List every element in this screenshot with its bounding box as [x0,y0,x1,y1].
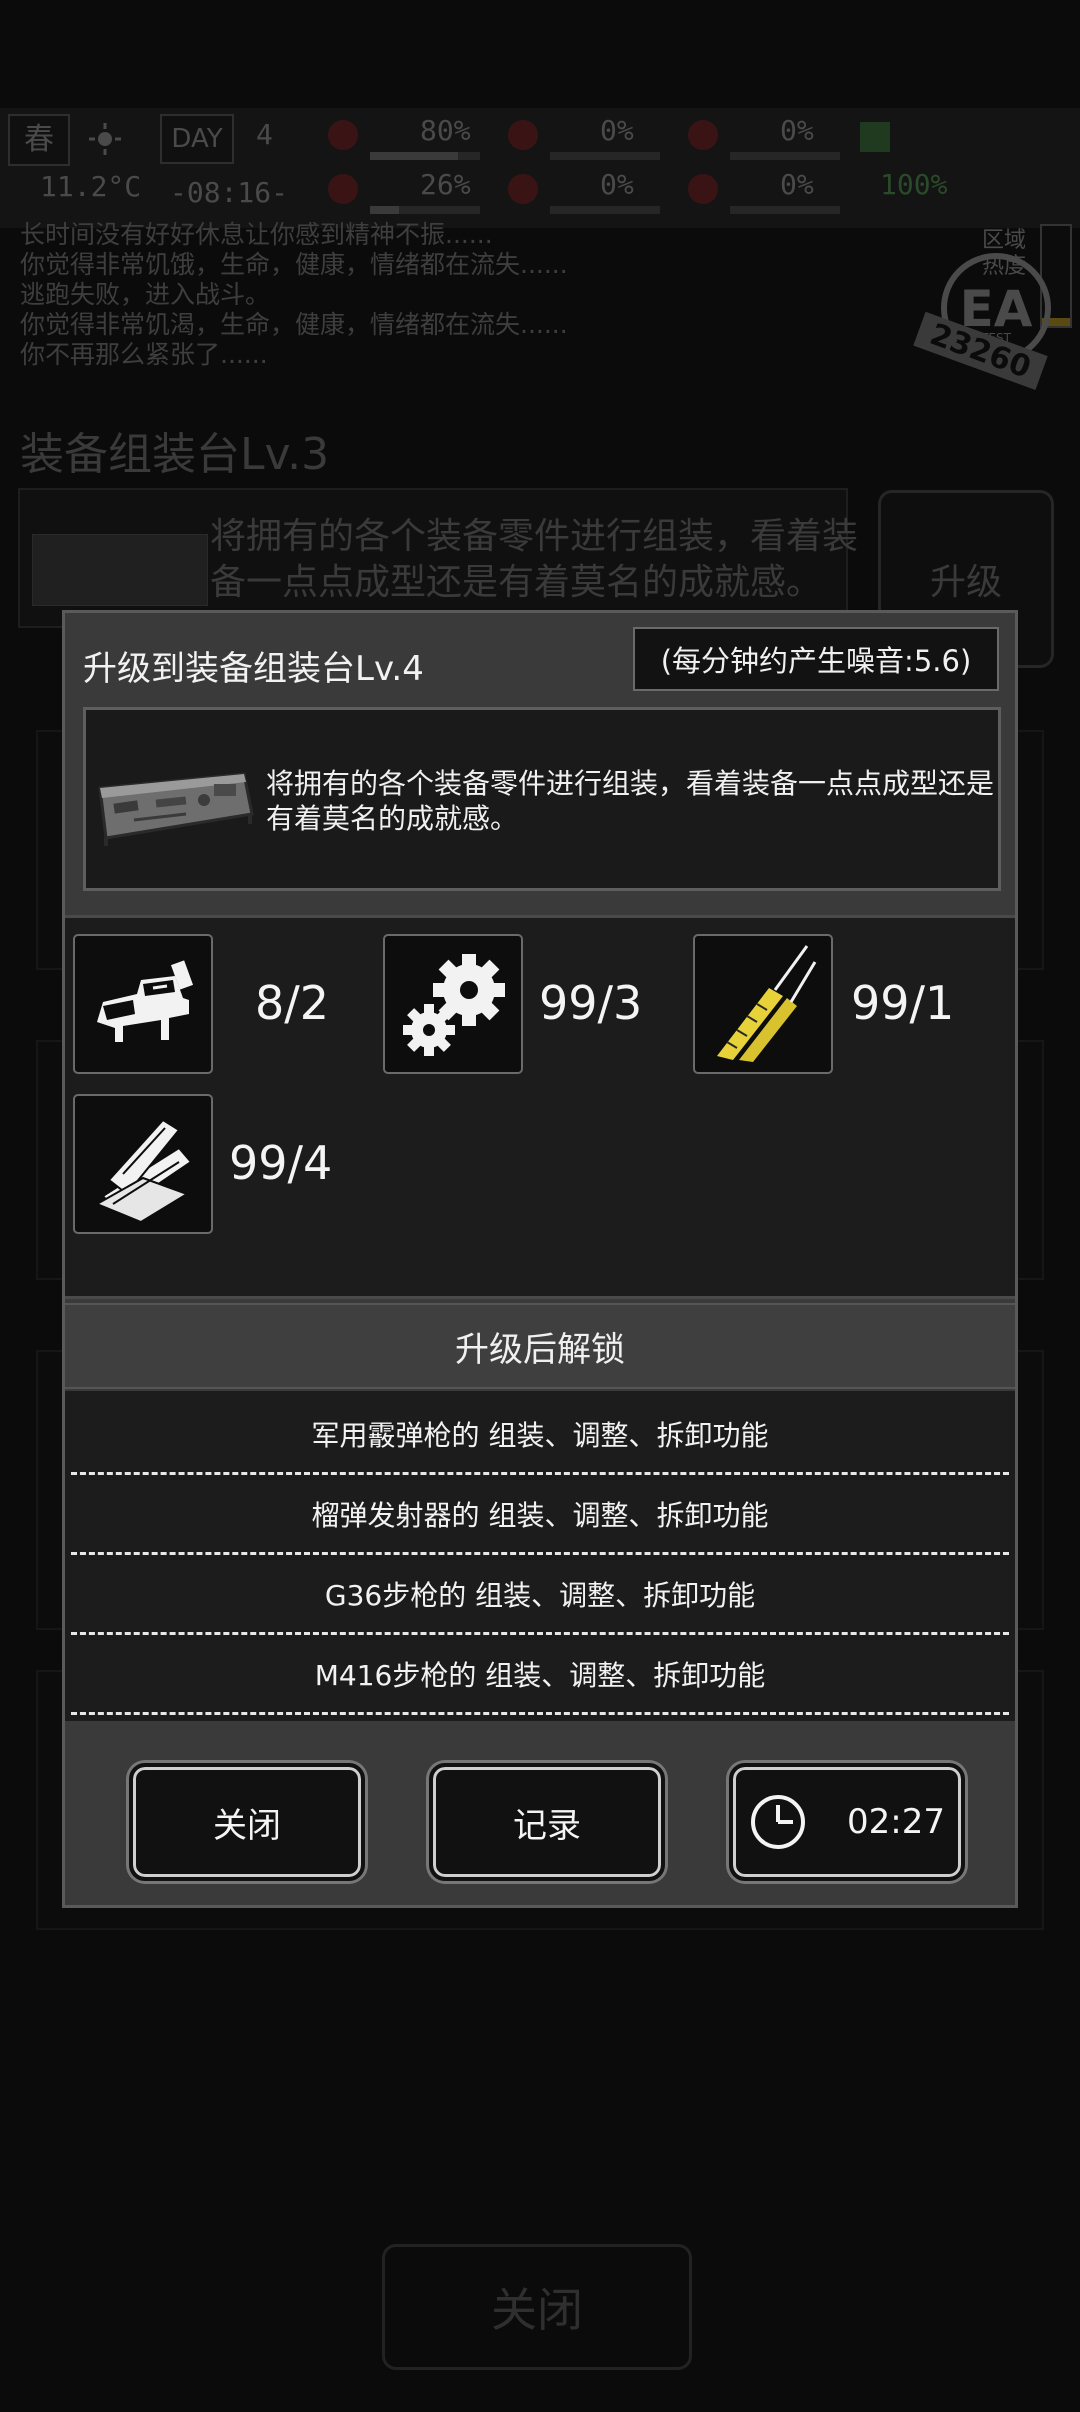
stat-value: 0% [600,168,634,201]
stat-value: 80% [420,114,471,147]
stat-bar [730,206,840,214]
record-button[interactable]: 记录 [429,1763,665,1881]
thirst-icon [688,120,718,150]
sun-icon [89,123,121,155]
log-line: 长时间没有好好休息让你感到精神不振...... [20,220,493,249]
stat-value: 26% [420,168,471,201]
stat-bar [370,206,480,214]
background-close-button[interactable]: 关闭 [382,2244,692,2370]
requirement-count: 99/4 [229,1136,333,1190]
wood-planks-icon [94,1118,193,1224]
upgrade-dialog: 升级到装备组装台Lv.4 (每分钟约产生噪音:5.6) 将拥有的各个装备零件进行… [62,610,1018,1908]
requirement-icon-frame [73,1094,213,1234]
clock-readout: -08:16- [170,176,289,209]
requirement-icon-frame [383,934,523,1074]
stat-bar [550,152,660,160]
timed-upgrade-button[interactable]: 02:27 [729,1763,965,1881]
stat-bar [370,152,480,160]
unlock-item: 榴弹发射器的 组装、调整、拆卸功能 [71,1475,1009,1555]
health-icon [328,120,358,150]
workbench-thumbnail [32,534,208,606]
day-label: DAY [160,114,234,164]
description-box: 将拥有的各个装备零件进行组装，看着装备一点点成型还是有着莫名的成就感。 [83,707,1001,891]
stat-value: 0% [780,114,814,147]
close-button[interactable]: 关闭 [129,1763,365,1881]
unlock-item: G36步枪的 组装、调整、拆卸功能 [71,1555,1009,1635]
workbench-image [98,772,254,846]
fatigue-icon [328,174,358,204]
unlock-item: 军用霰弹枪的 组装、调整、拆卸功能 [71,1395,1009,1475]
event-log: 长时间没有好好休息让你感到精神不振...... 你觉得非常饥饿，生命，健康，情绪… [20,220,920,370]
requirement-icon-frame [73,934,213,1074]
page-title: 装备组装台Lv.3 [20,429,330,480]
log-line: 逃跑失败，进入战斗。 [20,280,271,309]
gears-icon [403,954,505,1056]
wire-icon [717,945,817,1062]
upgrade-timer: 02:27 [847,1802,945,1842]
hunger-icon [508,120,538,150]
requirement-count: 99/3 [539,976,643,1030]
status-hud: 春 11.2°C DAY 4 -08:16- 80% 0% 0% 26% 0% 0% 100… [0,108,1080,328]
ea-test-stamp: EA TEST 23260 [913,253,1051,390]
stat-value: 0% [600,114,634,147]
log-line: 你觉得非常饥渴，生命，健康，情绪都在流失...... [20,310,568,339]
dialog-title: 升级到装备组装台Lv.4 [83,649,424,689]
stat-value: 0% [780,168,814,201]
stat-bar [550,206,660,214]
requirement-icon-frame [693,934,833,1074]
building-card: 将拥有的各个装备零件进行组装，看着装备一点点成型还是有着莫名的成就感。 [18,488,858,628]
blood-icon [508,174,538,204]
day-number: 4 [256,118,273,151]
stat-bar [730,152,840,160]
dialog-description: 将拥有的各个装备零件进行组装，看着装备一点点成型还是有着莫名的成就感。 [266,767,995,835]
requirements-panel: 8/2 99/3 99/1 99/4 [65,915,1015,1299]
log-line: 你觉得非常饥饿，生命，健康，情绪都在流失...... [20,250,568,279]
requirement-count: 8/2 [255,976,330,1030]
clock-icon [751,1795,805,1849]
unlock-list: 军用霰弹枪的 组装、调整、拆卸功能 榴弹发射器的 组装、调整、拆卸功能 G36步… [65,1391,1015,1721]
vise-icon [97,960,194,1042]
unlock-header: 升级后解锁 [65,1303,1015,1389]
unlock-item: M416步枪的 组装、调整、拆卸功能 [71,1635,1009,1715]
log-line: 你不再那么紧张了...... [20,340,268,369]
noise-info-badge: (每分钟约产生噪音:5.6) [633,627,999,691]
close-button-label: 关闭 [213,1805,281,1846]
signal-value: 100% [880,168,948,201]
heart-icon [688,174,718,204]
signal-icon [860,122,890,152]
season-indicator: 春 [8,114,70,166]
temperature-readout: 11.2°C [40,170,142,203]
building-description: 将拥有的各个装备零件进行组装，看着装备一点点成型还是有着莫名的成就感。 [210,516,859,603]
requirement-count: 99/1 [851,976,955,1030]
dialog-header: 升级到装备组装台Lv.4 (每分钟约产生噪音:5.6) [65,613,1015,703]
record-button-label: 记录 [513,1805,581,1846]
